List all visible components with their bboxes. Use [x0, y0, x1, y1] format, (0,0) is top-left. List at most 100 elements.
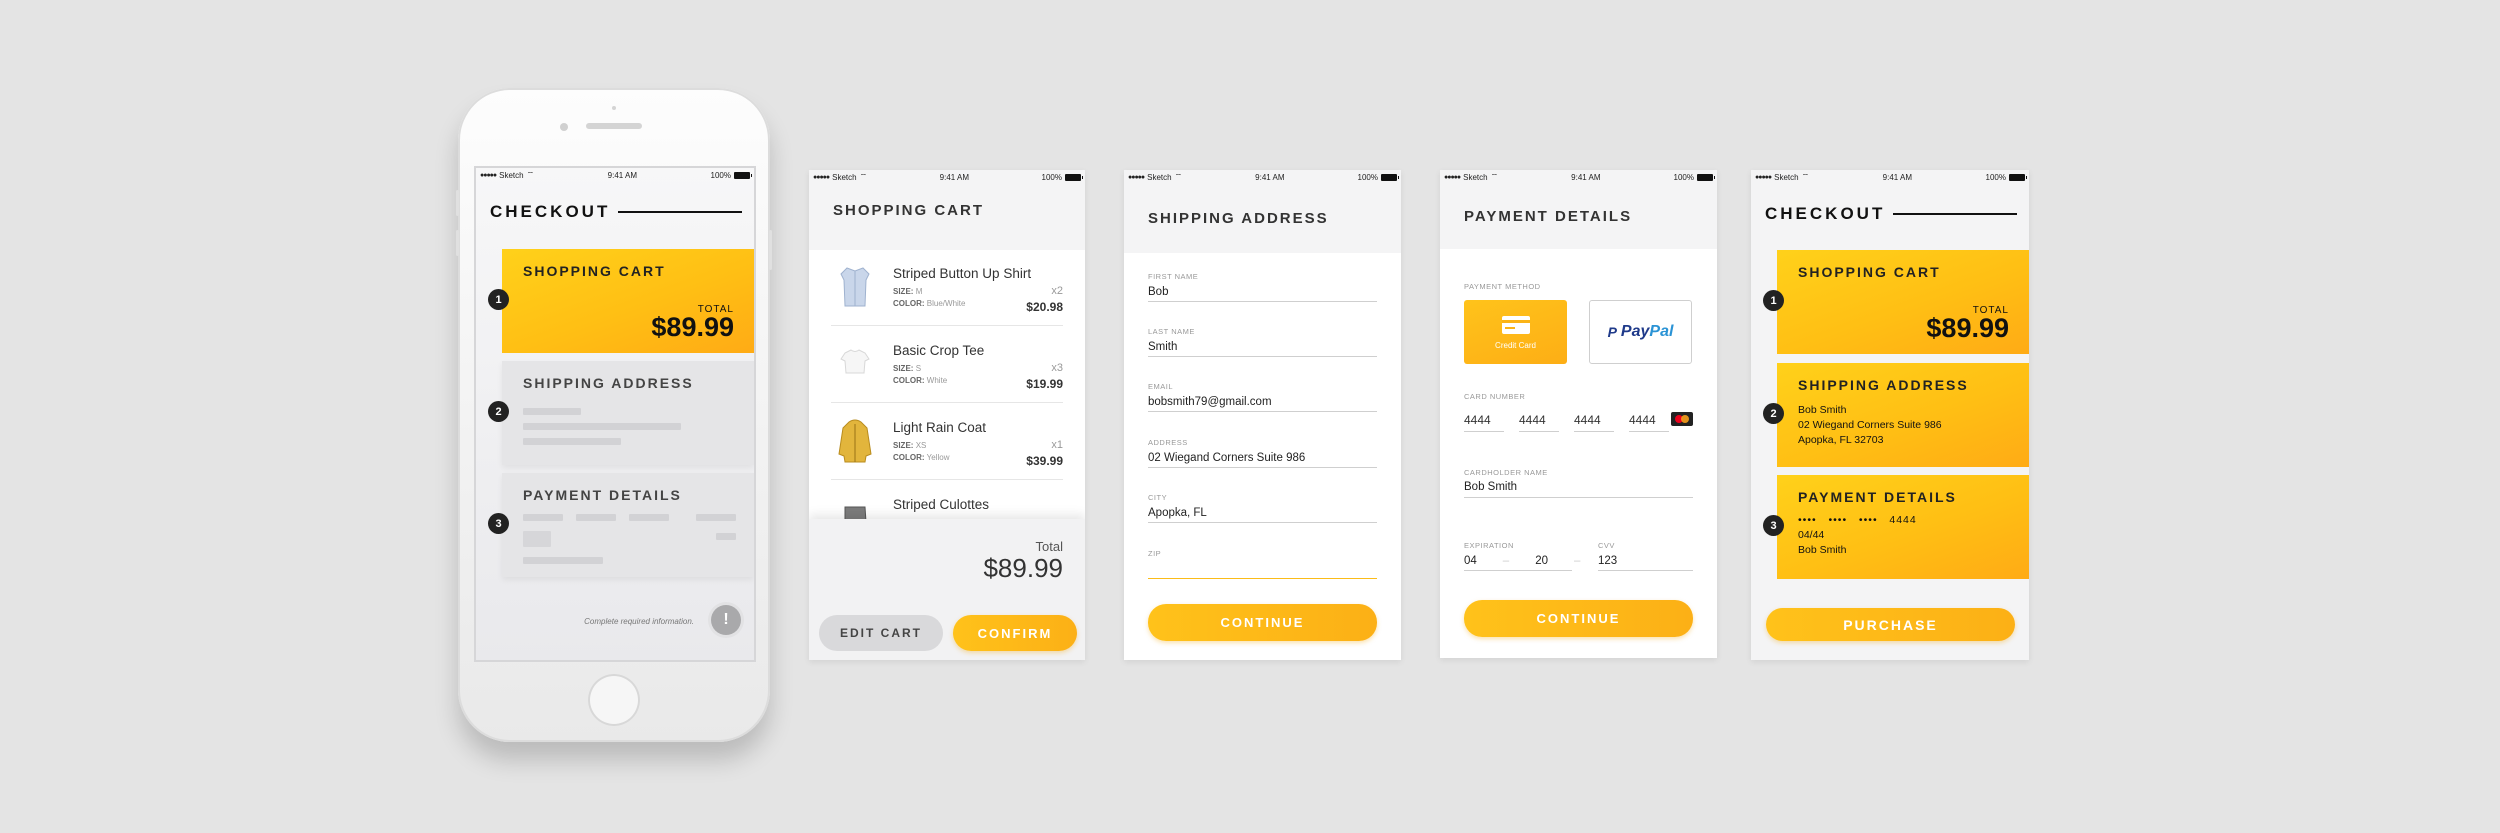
placeholder-line	[523, 438, 621, 445]
total-value: $89.99	[1926, 313, 2009, 343]
step-title: SHOPPING CART	[1798, 264, 1941, 280]
total-label: Total	[1035, 539, 1063, 554]
card-group[interactable]: 4444	[1629, 413, 1669, 432]
title-rule	[1893, 213, 2017, 215]
total-value: $89.99	[651, 312, 734, 342]
power-button	[769, 230, 772, 270]
status-bar: ●●●●● Sketch ⌔ 9:41 AM 100%	[1751, 170, 2029, 184]
placeholder-line	[523, 423, 681, 430]
placeholder-line	[629, 514, 669, 521]
signal-icon: ●●●●●	[813, 173, 830, 181]
battery-icon	[1697, 173, 1715, 181]
step-shipping-address[interactable]: 2 SHIPPING ADDRESS	[488, 361, 754, 465]
signal-icon: ●●●●●	[1755, 173, 1772, 181]
cvv-field[interactable]: CVV 123	[1598, 541, 1693, 571]
shirt-thumbnail-icon	[840, 267, 870, 307]
paypal-option[interactable]: P Pay Pal	[1589, 300, 1692, 364]
alert-icon[interactable]: !	[711, 605, 741, 635]
item-price: $20.98	[1026, 300, 1063, 314]
first-name-field[interactable]: FIRST NAME Bob	[1148, 272, 1377, 302]
exp-month[interactable]: 04	[1464, 555, 1477, 567]
item-price: $39.99	[1026, 454, 1063, 468]
step-shopping-cart[interactable]: 1 SHOPPING CART TOTAL $89.99	[488, 249, 754, 353]
email-field[interactable]: EMAIL bobsmith79@gmail.com	[1148, 382, 1377, 412]
cart-item[interactable]: Light Rain Coat SIZE: XS COLOR: Yellow x…	[831, 404, 1063, 480]
clock: 9:41 AM	[939, 172, 970, 182]
status-bar: ●●●●● Sketch ⌔ 9:41 AM 100%	[476, 168, 754, 182]
cart-list: Striped Button Up Shirt SIZE: M COLOR: B…	[809, 250, 1085, 519]
field-value[interactable]: Apopka, FL	[1148, 507, 1377, 519]
credit-card-label: Credit Card	[1495, 340, 1536, 350]
clock: 9:41 AM	[1882, 172, 1913, 182]
battery-percent: 100%	[1357, 172, 1378, 182]
carrier-label: Sketch	[1147, 172, 1172, 182]
tee-thumbnail-icon	[840, 349, 870, 374]
city-field[interactable]: CITY Apopka, FL	[1148, 493, 1377, 523]
field-value[interactable]: 02 Wiegand Corners Suite 986	[1148, 452, 1377, 464]
field-value[interactable]: Bob Smith	[1464, 481, 1693, 493]
step-shopping-cart[interactable]: 1 SHOPPING CART TOTAL $89.99	[1763, 250, 2029, 354]
confirm-button[interactable]: CONFIRM	[953, 615, 1077, 651]
exp-year[interactable]: 20	[1535, 555, 1548, 567]
wifi-icon: ⌔	[859, 172, 868, 181]
card-number-input[interactable]: 4444 4444 4444 4444	[1464, 410, 1693, 432]
card-group[interactable]: 4444	[1574, 413, 1614, 432]
field-label: ZIP	[1148, 549, 1162, 558]
zip-field[interactable]: ZIP	[1148, 549, 1377, 579]
field-label: PAYMENT METHOD	[1464, 282, 1541, 291]
step-title: SHIPPING ADDRESS	[523, 375, 694, 391]
card-group[interactable]: 4444	[1519, 413, 1559, 432]
step-payment-details[interactable]: 3 PAYMENT DETAILS •••• •••• •••• 4444 04…	[1763, 475, 2029, 579]
clock: 9:41 AM	[607, 170, 638, 180]
step-shipping-address[interactable]: 2 SHIPPING ADDRESS Bob Smith 02 Wiegand …	[1763, 363, 2029, 467]
home-button[interactable]	[588, 674, 640, 726]
item-color: COLOR: Yellow	[893, 453, 950, 462]
item-name: Light Rain Coat	[893, 420, 987, 435]
step-title: SHOPPING CART	[523, 263, 666, 279]
field-value[interactable]: 04 – 20 –	[1464, 555, 1580, 567]
field-label: CVV	[1598, 541, 1615, 550]
cart-item[interactable]: Striped Button Up Shirt SIZE: M COLOR: B…	[831, 250, 1063, 326]
address-field[interactable]: ADDRESS 02 Wiegand Corners Suite 986	[1148, 438, 1377, 468]
field-label: EXPIRATION	[1464, 541, 1514, 550]
step-number-1: 1	[488, 289, 509, 310]
field-label: CARD NUMBER	[1464, 392, 1526, 401]
raincoat-thumbnail-icon	[838, 419, 872, 463]
paypal-icon: P	[1607, 324, 1617, 340]
placeholder-line	[716, 533, 736, 540]
required-note: Complete required information.	[584, 617, 694, 626]
front-camera	[560, 123, 568, 131]
continue-button[interactable]: CONTINUE	[1148, 604, 1377, 641]
step-number-3: 3	[1763, 515, 1784, 536]
purchase-button[interactable]: PURCHASE	[1766, 608, 2015, 641]
checkout-review-screen: ●●●●● Sketch ⌔ 9:41 AM 100% CHECKOUT 1 SHO…	[1751, 170, 2029, 660]
field-value[interactable]: Bob	[1148, 286, 1377, 298]
field-value[interactable]: 123	[1598, 555, 1693, 567]
step-payment-details[interactable]: 3 PAYMENT DETAILS	[488, 473, 754, 577]
cart-item[interactable]: Basic Crop Tee SIZE: S COLOR: White x3 $…	[831, 327, 1063, 403]
step-number-3: 3	[488, 513, 509, 534]
shipping-address-screen: ●●●●● Sketch ⌔ 9:41 AM 100% SHIPPING ADDRE…	[1124, 170, 1401, 660]
last-name-field[interactable]: LAST NAME Smith	[1148, 327, 1377, 357]
expiration-field[interactable]: EXPIRATION 04 – 20 –	[1464, 541, 1580, 571]
cardholder-field[interactable]: CARDHOLDER NAME Bob Smith	[1464, 468, 1693, 498]
payment-summary: •••• •••• •••• 4444 04/44 Bob Smith	[1798, 513, 1917, 558]
page-title: SHOPPING CART	[809, 184, 1085, 236]
carrier-label: Sketch	[832, 172, 857, 182]
carrier-label: Sketch	[1774, 172, 1799, 182]
placeholder-line	[576, 514, 616, 521]
item-size: SIZE: XS	[893, 441, 927, 450]
cart-footer: Total $89.99 EDIT CART CONFIRM	[809, 519, 1085, 660]
shipping-summary: Bob Smith 02 Wiegand Corners Suite 986 A…	[1798, 403, 1942, 448]
edit-cart-button[interactable]: EDIT CART	[819, 615, 943, 651]
placeholder-line	[523, 514, 563, 521]
cart-item[interactable]: Striped Culottes	[831, 481, 1063, 519]
shipping-city: Apopka, FL 32703	[1798, 434, 1884, 446]
field-value[interactable]: bobsmith79@gmail.com	[1148, 396, 1377, 408]
credit-card-option[interactable]: Credit Card	[1464, 300, 1567, 364]
card-group[interactable]: 4444	[1464, 413, 1504, 432]
item-color: COLOR: Blue/White	[893, 299, 966, 308]
mastercard-icon	[1671, 412, 1693, 426]
continue-button[interactable]: CONTINUE	[1464, 600, 1693, 637]
field-value[interactable]: Smith	[1148, 341, 1377, 353]
